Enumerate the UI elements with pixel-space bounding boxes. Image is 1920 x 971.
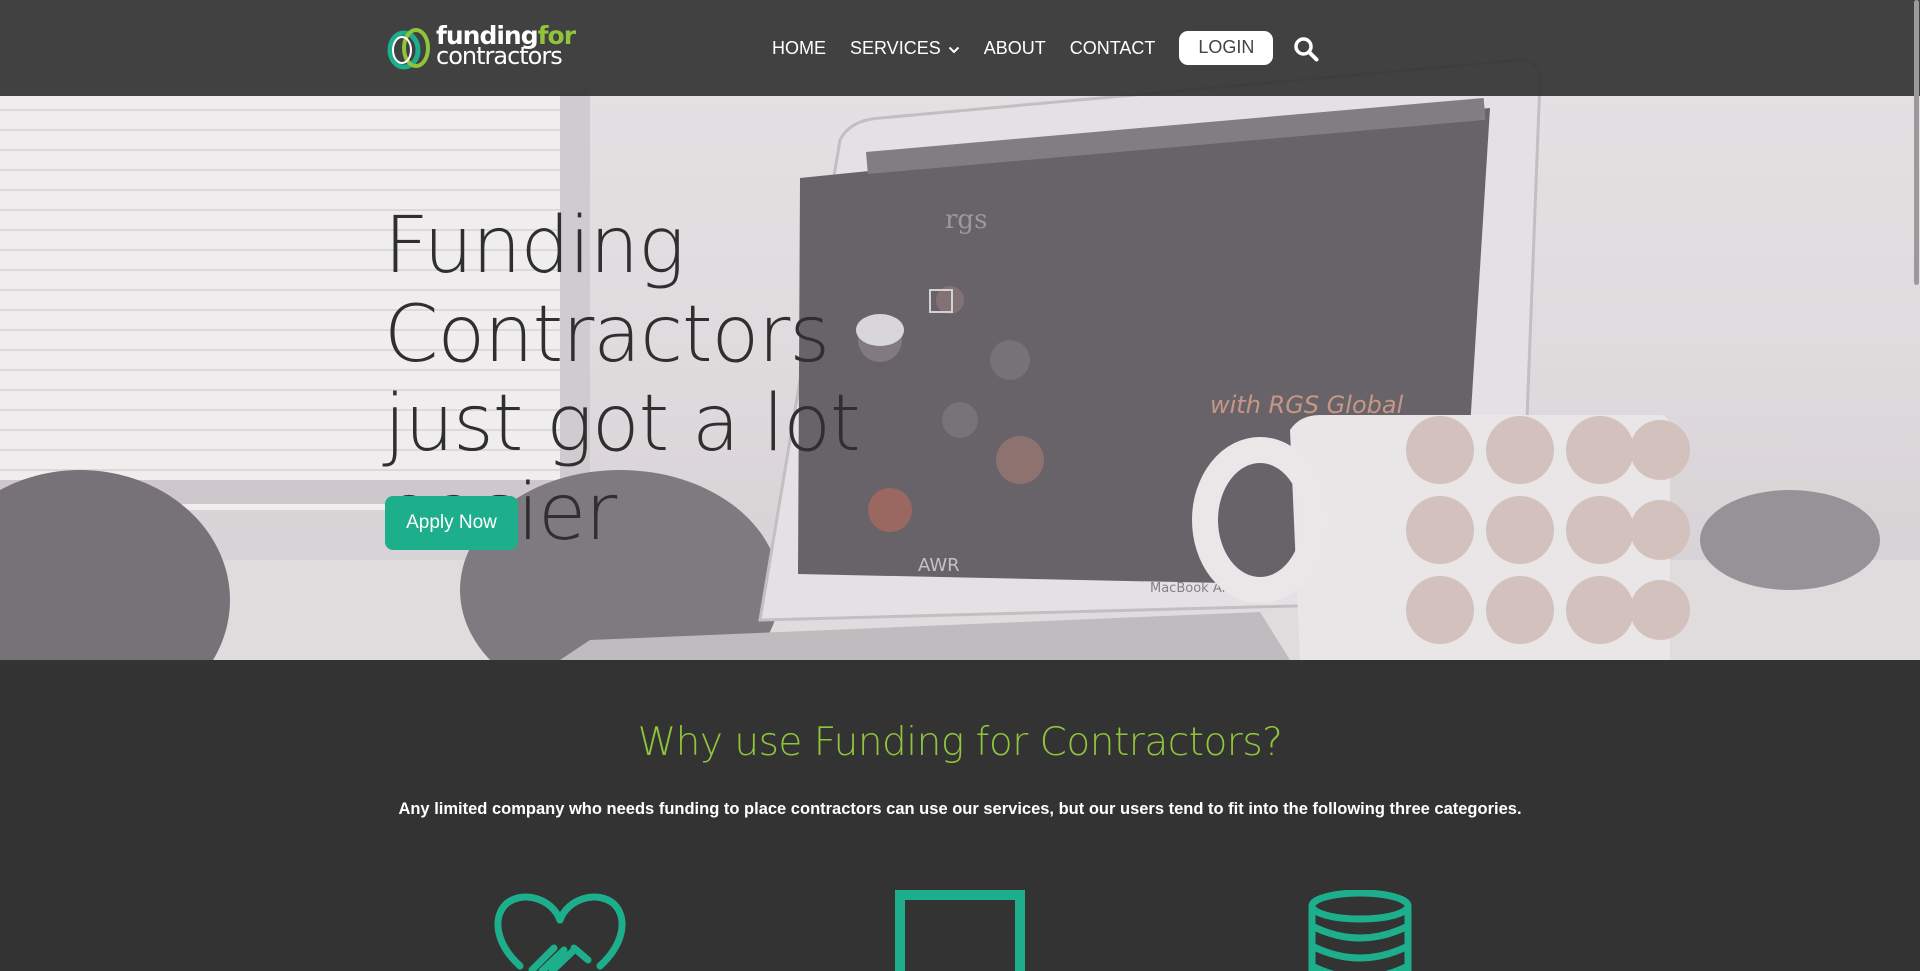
why-section-subtitle: Any limited company who needs funding to… <box>398 800 1522 818</box>
nav-item-services[interactable]: SERVICES <box>850 38 960 59</box>
page-scrollbar[interactable] <box>1912 0 1920 971</box>
login-button[interactable]: LOGIN <box>1179 31 1274 65</box>
apply-now-button[interactable]: Apply Now <box>385 496 518 550</box>
site-header: fundingfor contractors HOME SERVICES ABO… <box>0 0 1920 96</box>
why-section-title: Why use Funding for Contractors? <box>637 720 1283 765</box>
handshake-heart-icon <box>494 893 626 971</box>
nav-item-contact[interactable]: CONTACT <box>1070 38 1156 59</box>
nav-item-about[interactable]: ABOUT <box>984 38 1046 59</box>
chevron-down-icon <box>948 46 959 54</box>
logo-rings-icon <box>387 28 430 70</box>
main-nav: HOME SERVICES ABOUT CONTACT LOGIN <box>772 30 1274 66</box>
nav-item-services-label: SERVICES <box>850 37 941 58</box>
square-frame-icon <box>895 890 1025 971</box>
search-icon[interactable] <box>1293 36 1319 62</box>
scrollbar-thumb[interactable] <box>1914 0 1919 285</box>
database-stack-icon <box>1308 890 1412 971</box>
hero-title-line-2: just got a lot <box>384 379 861 469</box>
nav-item-home[interactable]: HOME <box>772 38 826 59</box>
logo-text: fundingfor contractors <box>436 23 576 70</box>
hero-section: MacBook Air rgs with RGS Global AWR Fund… <box>0 0 1920 660</box>
hero-title-line-1: Funding Contractors <box>384 201 830 380</box>
site-logo[interactable]: fundingfor contractors <box>384 23 576 72</box>
logo-word-contractors: contractors <box>436 42 563 70</box>
